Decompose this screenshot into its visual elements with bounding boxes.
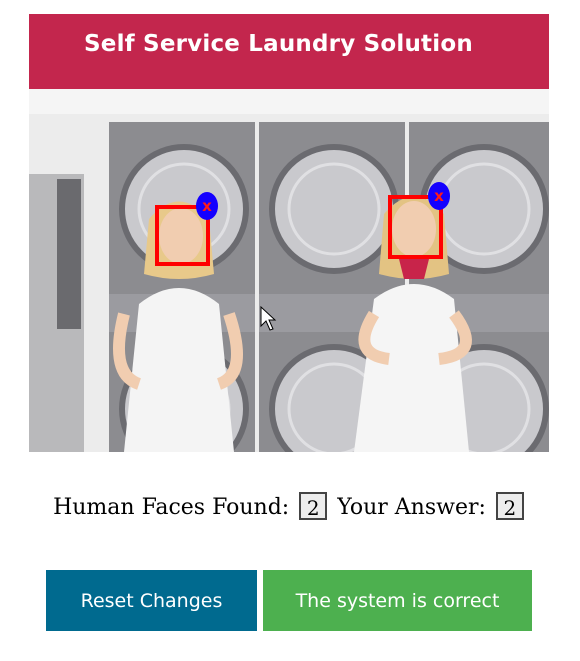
system-correct-button[interactable]: The system is correct: [263, 570, 532, 631]
reset-changes-button[interactable]: Reset Changes: [46, 570, 257, 631]
faces-found-label: Human Faces Found:: [53, 495, 290, 520]
remove-face-2-icon[interactable]: x: [428, 182, 450, 210]
faces-found-value: 2: [299, 492, 328, 520]
sign-text: Self Service Laundry Solution: [84, 31, 473, 57]
your-answer-label: Your Answer:: [337, 495, 486, 520]
result-row: Human Faces Found: 2 Your Answer: 2: [0, 492, 580, 522]
remove-face-1-icon[interactable]: x: [196, 192, 218, 220]
laundry-photo: Self Service Laundry Solution x x: [29, 14, 549, 452]
photo-illustration: [29, 14, 549, 452]
your-answer-value: 2: [495, 492, 524, 520]
